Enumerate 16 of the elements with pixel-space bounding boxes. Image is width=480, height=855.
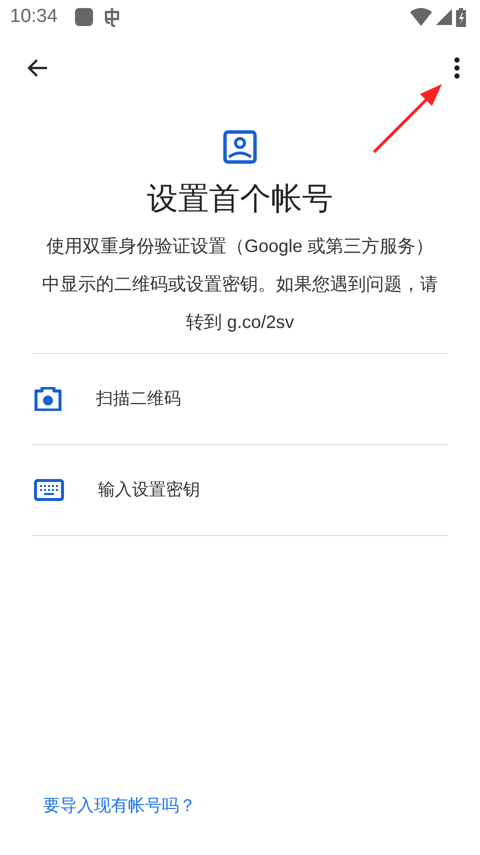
description-text: 中显示的二维码或设置密钥。如果您遇到问题，请 — [41, 273, 439, 296]
more-vert-icon — [454, 56, 460, 80]
description-text: 使用双重身份验证设置（Google 或第三方服务） — [45, 235, 435, 258]
signal-icon — [436, 9, 452, 25]
option-item[interactable]: 扫描二维码 — [32, 354, 448, 446]
import-account-link[interactable]: 要导入现有帐号吗？ — [43, 796, 196, 815]
camera-icon — [34, 387, 62, 412]
account-box-icon — [223, 130, 257, 164]
status-time: 10:34 — [10, 4, 58, 29]
battery-icon — [456, 8, 466, 26]
wifi-icon — [410, 8, 432, 26]
page-title: 设置首个帐号 — [146, 180, 334, 218]
option-item[interactable]: 输入设置密钥 — [32, 445, 448, 536]
keyboard-icon — [34, 479, 64, 502]
notification-square-icon — [74, 7, 94, 27]
description-text: 转到 g.co/2sv — [184, 311, 296, 334]
